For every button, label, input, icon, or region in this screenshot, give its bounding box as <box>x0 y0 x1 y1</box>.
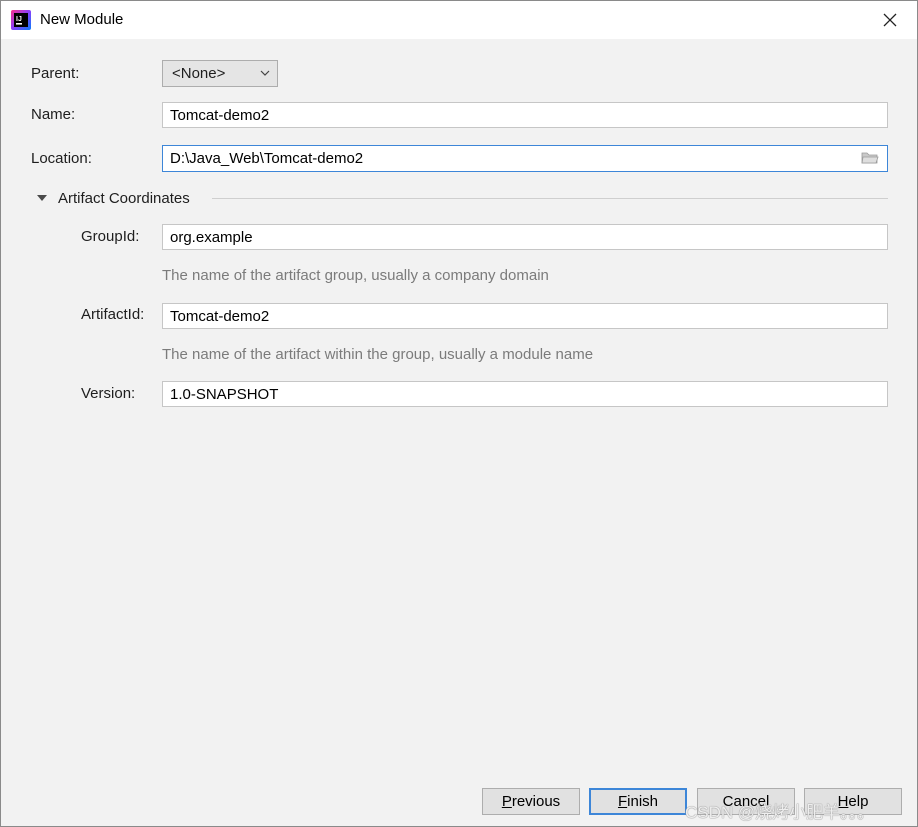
help-mnemonic: H <box>837 793 849 810</box>
finish-button[interactable]: Finish <box>589 788 687 815</box>
help-label: elp <box>848 793 869 810</box>
cancel-button[interactable]: Cancel <box>697 788 795 815</box>
location-field[interactable] <box>162 145 888 172</box>
name-field[interactable] <box>162 102 888 128</box>
groupid-hint: The name of the artifact group, usually … <box>162 267 549 284</box>
finish-label: inish <box>627 793 659 810</box>
intellij-idea-icon: IJ <box>11 10 31 30</box>
parent-selected-value: <None> <box>172 65 226 82</box>
triangle-down-icon <box>37 195 47 201</box>
previous-button[interactable]: Previous <box>482 788 580 815</box>
finish-mnemonic: F <box>617 793 628 810</box>
artifactid-label: ArtifactId: <box>81 306 145 323</box>
section-title: Artifact Coordinates <box>58 189 190 207</box>
chevron-down-icon <box>260 70 270 76</box>
svg-text:IJ: IJ <box>16 16 22 23</box>
new-module-dialog: IJ New Module Parent: <None> Name: Locat… <box>0 0 918 827</box>
section-divider <box>212 198 888 199</box>
artifactid-field[interactable] <box>162 303 888 329</box>
previous-label: revious <box>511 793 561 810</box>
location-label: Location: <box>31 150 92 167</box>
version-field[interactable] <box>162 381 888 407</box>
folder-browse-icon[interactable] <box>861 151 879 165</box>
groupid-field[interactable] <box>162 224 888 250</box>
cancel-label: Cancel <box>722 793 770 810</box>
groupid-label: GroupId: <box>81 228 140 245</box>
help-button[interactable]: Help <box>804 788 902 815</box>
version-label: Version: <box>81 385 136 402</box>
dialog-title: New Module <box>40 11 124 28</box>
close-button[interactable] <box>877 7 903 33</box>
parent-label: Parent: <box>31 65 80 82</box>
parent-select[interactable]: <None> <box>162 60 278 87</box>
title-bar: IJ New Module <box>1 1 917 39</box>
close-icon <box>883 13 897 27</box>
name-label: Name: <box>31 106 76 123</box>
artifactid-hint: The name of the artifact within the grou… <box>162 346 594 363</box>
artifact-coordinates-toggle[interactable]: Artifact Coordinates <box>35 188 190 208</box>
previous-mnemonic: P <box>501 793 512 810</box>
